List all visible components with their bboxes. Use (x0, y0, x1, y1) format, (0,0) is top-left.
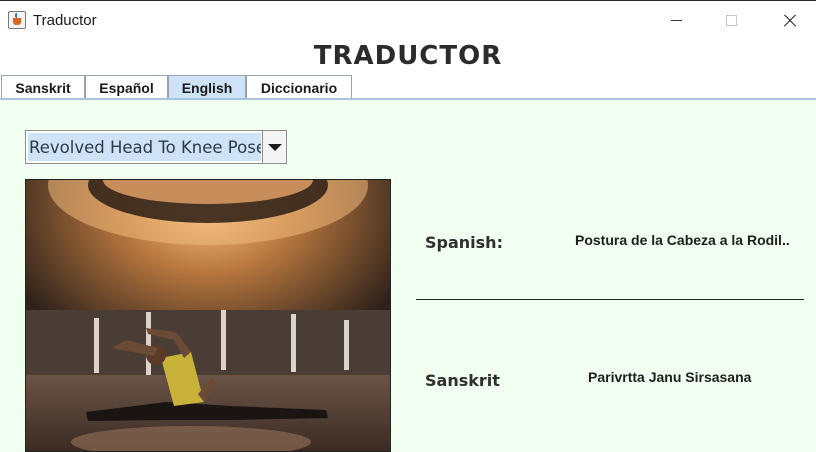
tab-english[interactable]: English (168, 75, 246, 99)
sanskrit-label: Sanskrit (425, 371, 500, 390)
title-bar: Traductor (0, 0, 816, 39)
divider (416, 299, 804, 300)
tab-espanol[interactable]: Español (85, 75, 168, 99)
sanskrit-value: Parivrtta Janu Sirsasana (588, 369, 752, 385)
dropdown-arrow-icon[interactable] (262, 131, 286, 163)
window-title: Traductor (33, 12, 97, 29)
app-heading: TRADUCTOR (313, 41, 503, 71)
app-window: Traductor TRADUCTOR Sanskrit Español Eng… (0, 0, 816, 452)
minimize-icon[interactable] (647, 1, 705, 40)
tab-sanskrit[interactable]: Sanskrit (1, 75, 85, 99)
tab-diccionario[interactable]: Diccionario (246, 75, 352, 99)
spanish-value: Postura de la Cabeza a la Rodil.. (575, 232, 790, 248)
java-app-icon (8, 11, 26, 29)
spanish-label: Spanish: (425, 233, 503, 252)
close-icon[interactable] (760, 1, 816, 40)
pose-dropdown[interactable]: Revolved Head To Knee Pose (25, 130, 287, 164)
pose-image (25, 179, 391, 452)
pose-dropdown-value: Revolved Head To Knee Pose (28, 133, 261, 161)
tab-bar: Sanskrit Español English Diccionario (0, 75, 816, 100)
maximize-icon[interactable] (702, 1, 760, 40)
english-panel: Revolved Head To Knee Pose Spanish: Post… (0, 100, 816, 452)
